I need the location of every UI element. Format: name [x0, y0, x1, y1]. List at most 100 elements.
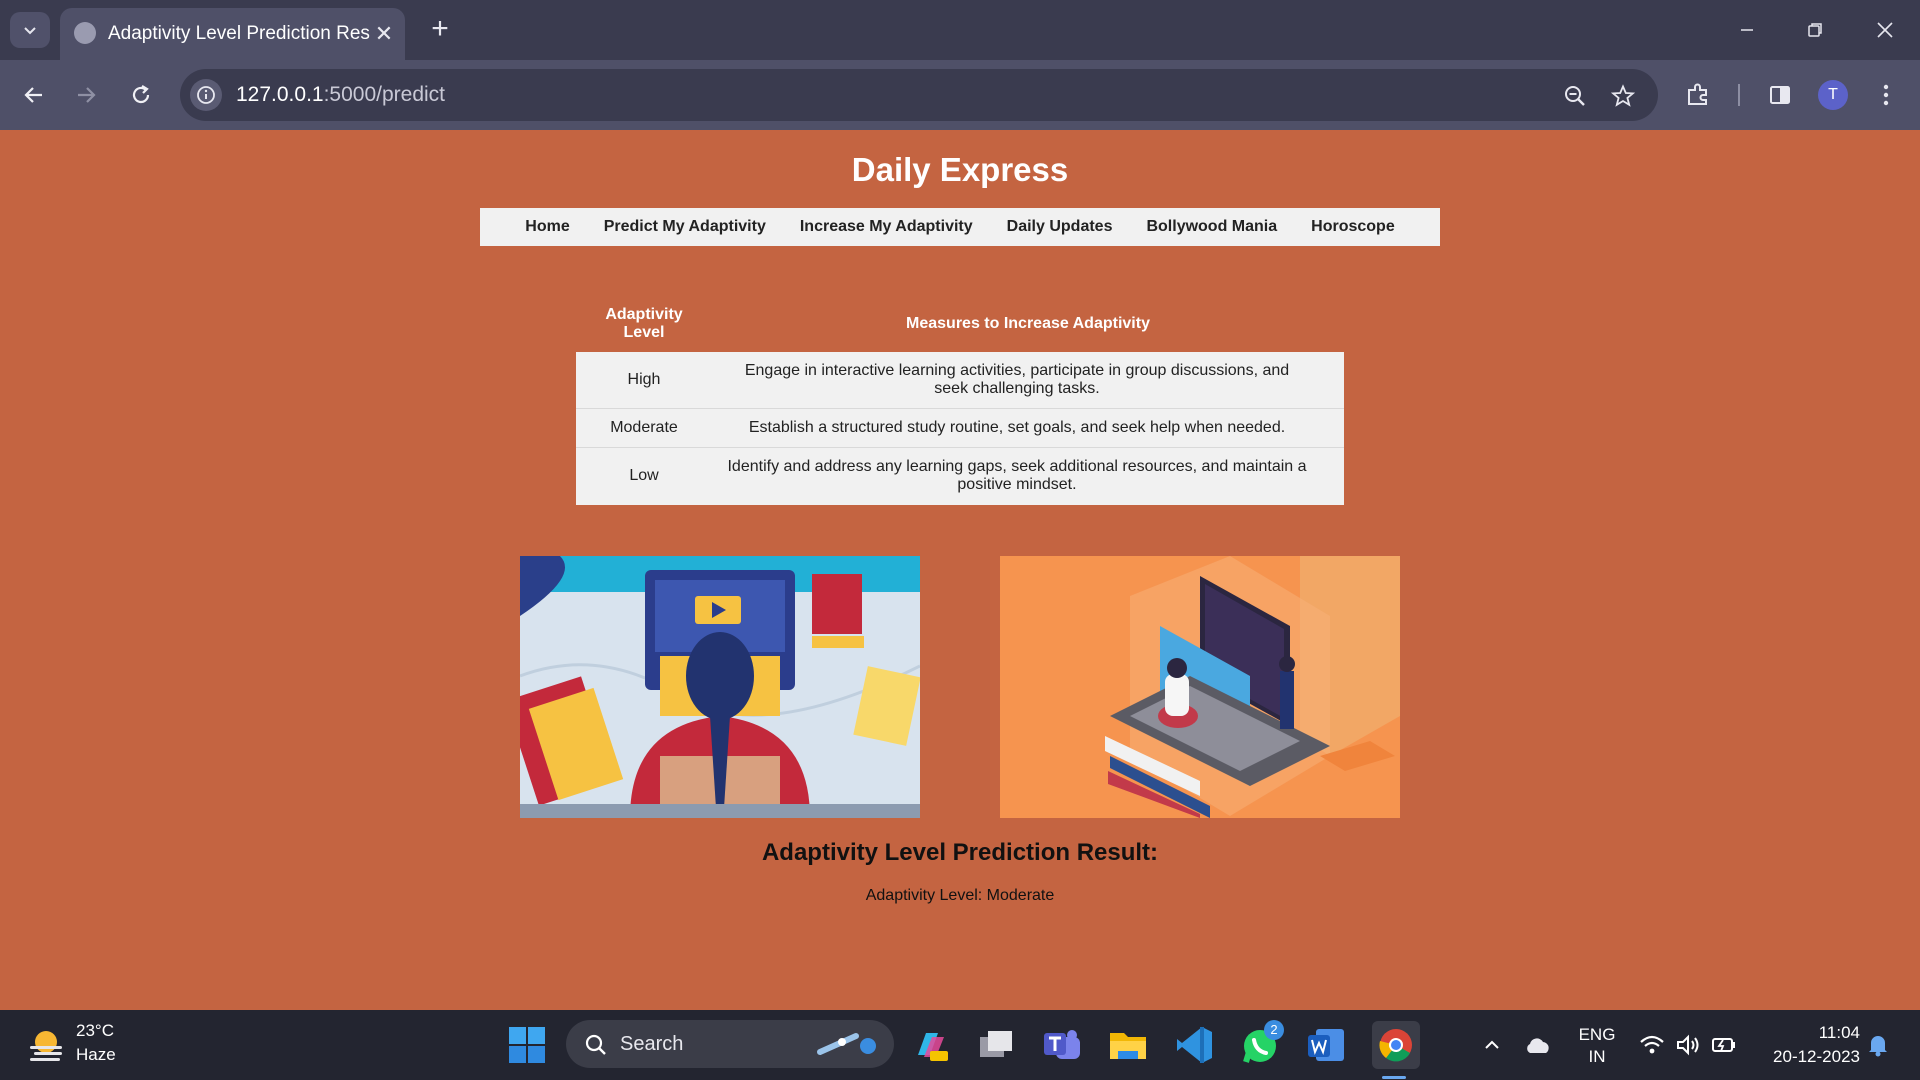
- bookmark-button[interactable]: [1608, 81, 1638, 111]
- reload-button[interactable]: [121, 75, 161, 115]
- browser-tab-bar: Adaptivity Level Prediction Resu ✕ +: [0, 0, 1920, 60]
- weather-widget[interactable]: [26, 1026, 66, 1066]
- minimize-icon: [1741, 29, 1753, 31]
- table-cell-measure: Identify and address any learning gaps, …: [727, 458, 1307, 493]
- more-vertical-icon: [1883, 84, 1889, 106]
- battery-button[interactable]: [1704, 1025, 1744, 1065]
- browser-tab-active[interactable]: Adaptivity Level Prediction Resu ✕: [60, 8, 405, 60]
- clock-time[interactable]: 11:04: [1756, 1022, 1860, 1044]
- result-adaptivity-level: Adaptivity Level: Moderate: [865, 887, 1055, 904]
- nav-link-predict-my-adaptivity[interactable]: Predict My Adaptivity: [587, 208, 783, 246]
- show-hidden-icons-button[interactable]: [1472, 1025, 1512, 1065]
- task-view-icon[interactable]: [976, 1025, 1016, 1065]
- tab-title: Adaptivity Level Prediction Resu: [108, 23, 370, 44]
- restore-icon: [1808, 23, 1822, 37]
- windows-taskbar: 23°C Haze Search 2 ENG IN 11:04 20-12-20…: [0, 1010, 1920, 1080]
- tab-close-icon[interactable]: ✕: [370, 20, 398, 48]
- star-icon: [1611, 84, 1635, 107]
- site-title: Daily Express: [851, 151, 1069, 188]
- side-panel-button[interactable]: [1760, 75, 1800, 115]
- volume-button[interactable]: [1668, 1025, 1708, 1065]
- address-bar[interactable]: 127.0.0.1:5000/predict: [180, 69, 1658, 121]
- table-row: Low Identify and address any learning ga…: [576, 448, 1344, 505]
- search-icon: [585, 1034, 606, 1055]
- close-window-button[interactable]: [1862, 12, 1908, 48]
- windows-logo-icon: [509, 1027, 545, 1063]
- active-app-indicator: [1382, 1076, 1406, 1079]
- nav-link-daily-updates[interactable]: Daily Updates: [990, 208, 1130, 246]
- chrome-taskbar-button[interactable]: [1372, 1021, 1420, 1069]
- file-explorer-icon[interactable]: [1108, 1025, 1148, 1065]
- wifi-button[interactable]: [1632, 1025, 1672, 1065]
- new-tab-button[interactable]: +: [422, 12, 458, 48]
- search-highlight-icon: [817, 1033, 876, 1055]
- word-icon[interactable]: [1306, 1025, 1346, 1065]
- haze-sun-icon: [30, 1031, 62, 1061]
- nav-link-bollywood-mania[interactable]: Bollywood Mania: [1129, 208, 1294, 246]
- copilot-icon[interactable]: [910, 1025, 950, 1065]
- table-cell-level: Low: [629, 467, 659, 484]
- url-text: 127.0.0.1:5000/predict: [236, 82, 445, 108]
- nav-link-horoscope[interactable]: Horoscope: [1294, 208, 1412, 246]
- nav-link-increase-my-adaptivity[interactable]: Increase My Adaptivity: [783, 208, 990, 246]
- url-path: :5000/predict: [323, 83, 446, 106]
- region-indicator: IN: [1588, 1047, 1606, 1066]
- info-icon: [197, 86, 215, 104]
- chrome-icon: [1379, 1029, 1412, 1062]
- zoom-button[interactable]: [1560, 81, 1590, 111]
- clock-date: 20-12-2023: [1773, 1047, 1860, 1066]
- search-label: Search: [620, 1033, 684, 1055]
- start-button[interactable]: [508, 1026, 546, 1064]
- browser-toolbar: 127.0.0.1:5000/predict T: [0, 60, 1920, 130]
- zoom-out-icon: [1565, 86, 1585, 106]
- teams-icon[interactable]: [1042, 1025, 1082, 1065]
- table-cell-measure: Engage in interactive learning activitie…: [744, 362, 1290, 397]
- close-icon: [1877, 22, 1893, 38]
- url-host: 127.0.0.1: [236, 83, 324, 106]
- main-navigation: Home Predict My Adaptivity Increase My A…: [480, 208, 1440, 246]
- toolbar-divider: [1738, 84, 1740, 106]
- online-class-illustration: [1000, 556, 1400, 818]
- taskbar-search[interactable]: Search: [566, 1020, 894, 1068]
- tab-search-button[interactable]: [10, 12, 50, 48]
- forward-button[interactable]: [66, 75, 106, 115]
- chevron-up-icon: [1485, 1040, 1499, 1049]
- student-laptop-illustration: [520, 556, 920, 818]
- wifi-icon: [1640, 1035, 1664, 1054]
- arrow-left-icon: [24, 87, 42, 103]
- reload-icon: [132, 85, 150, 104]
- table-cell-measure: Establish a structured study routine, se…: [748, 419, 1286, 436]
- notifications-button[interactable]: [1858, 1025, 1898, 1065]
- profile-avatar[interactable]: T: [1818, 80, 1848, 110]
- result-heading: Adaptivity Level Prediction Result:: [761, 839, 1159, 866]
- table-header-level: Adaptivity Level: [605, 306, 683, 341]
- chevron-down-icon: [24, 27, 36, 35]
- whatsapp-notification-badge: 2: [1264, 1020, 1284, 1040]
- adaptivity-table: High Engage in interactive learning acti…: [576, 352, 1344, 505]
- side-panel-icon: [1770, 86, 1790, 104]
- back-button[interactable]: [14, 75, 54, 115]
- page-content: Daily Express Home Predict My Adaptivity…: [0, 130, 1920, 1010]
- vscode-icon[interactable]: [1174, 1025, 1214, 1065]
- table-cell-level: High: [627, 371, 661, 388]
- table-cell-level: Moderate: [610, 419, 678, 436]
- puzzle-icon: [1688, 83, 1707, 105]
- extensions-button[interactable]: [1678, 75, 1718, 115]
- battery-charging-icon: [1712, 1038, 1735, 1052]
- onedrive-button[interactable]: [1518, 1025, 1558, 1065]
- bell-icon: [1869, 1036, 1887, 1057]
- nav-link-home[interactable]: Home: [508, 208, 586, 246]
- browser-menu-button[interactable]: [1866, 75, 1906, 115]
- restore-button[interactable]: [1792, 12, 1838, 48]
- cloud-icon: [1527, 1038, 1549, 1053]
- globe-icon: [74, 22, 96, 44]
- table-row: Moderate Establish a structured study ro…: [576, 409, 1344, 448]
- site-info-button[interactable]: [190, 79, 222, 111]
- weather-temperature: 23°C: [76, 1021, 114, 1040]
- weather-condition: Haze: [76, 1045, 116, 1064]
- speaker-icon: [1677, 1034, 1699, 1056]
- language-indicator[interactable]: ENG: [1572, 1024, 1622, 1046]
- table-row: High Engage in interactive learning acti…: [576, 352, 1344, 409]
- table-header-measures: Measures to Increase Adaptivity: [906, 315, 1150, 332]
- minimize-button[interactable]: [1724, 12, 1770, 48]
